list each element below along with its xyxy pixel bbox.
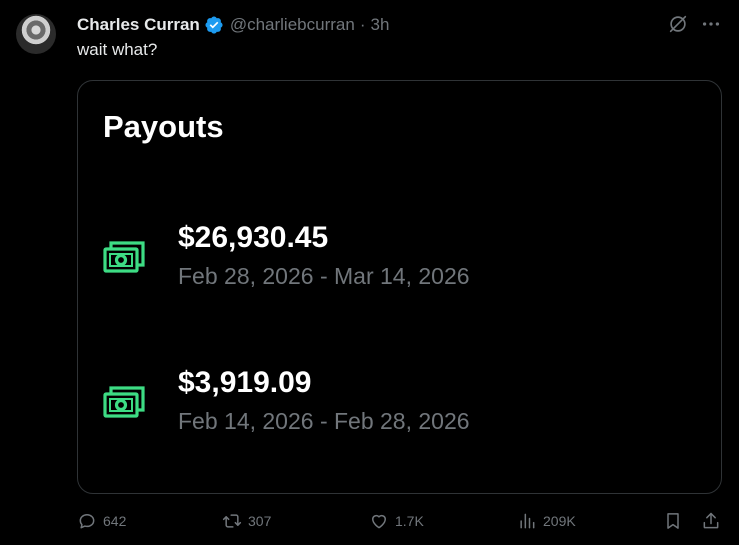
payout-amount: $26,930.45 bbox=[178, 221, 329, 254]
payout-date-range: Feb 14, 2026 - Feb 28, 2026 bbox=[178, 408, 470, 434]
repost-count: 307 bbox=[248, 513, 272, 529]
post-timestamp[interactable]: 3h bbox=[370, 15, 389, 35]
repost-button[interactable]: 307 bbox=[222, 511, 271, 531]
reply-button[interactable]: 642 bbox=[77, 511, 126, 531]
author-name[interactable]: Charles Curran bbox=[77, 15, 200, 35]
post-actions-bar: 642 307 1.7K 209K bbox=[77, 511, 725, 535]
more-options-icon[interactable] bbox=[700, 13, 722, 35]
post-text: wait what? bbox=[77, 40, 158, 59]
heart-icon bbox=[372, 514, 386, 529]
bookmark-button[interactable] bbox=[663, 511, 683, 531]
views-chart-icon bbox=[520, 513, 535, 529]
cash-icon bbox=[103, 386, 145, 418]
bookmark-icon bbox=[667, 513, 679, 529]
share-icon bbox=[703, 512, 719, 529]
payout-date-range: Feb 28, 2026 - Mar 14, 2026 bbox=[178, 263, 470, 289]
author-handle[interactable]: @charliebcurran bbox=[230, 15, 355, 35]
card-title: Payouts bbox=[103, 109, 224, 144]
view-count: 209K bbox=[543, 513, 576, 529]
separator-dot: · bbox=[359, 15, 366, 34]
post-header: Charles Curran @charliebcurran · 3h bbox=[77, 14, 389, 36]
reply-count: 642 bbox=[103, 513, 127, 529]
like-button[interactable]: 1.7K bbox=[369, 511, 424, 531]
verified-badge-icon bbox=[205, 16, 223, 34]
cash-icon bbox=[103, 241, 145, 273]
repost-icon bbox=[222, 514, 242, 528]
reply-icon bbox=[79, 514, 95, 529]
views-button[interactable]: 209K bbox=[517, 511, 576, 531]
author-avatar[interactable] bbox=[16, 14, 56, 54]
payouts-card[interactable]: Payouts $26,930.45 Feb 28, 2026 - Mar 14… bbox=[77, 80, 722, 494]
like-count: 1.7K bbox=[395, 513, 424, 529]
payout-amount: $3,919.09 bbox=[178, 366, 312, 399]
payout-item: $3,919.09 Feb 14, 2026 - Feb 28, 2026 bbox=[103, 366, 683, 446]
grok-icon[interactable] bbox=[667, 13, 689, 35]
payout-item: $26,930.45 Feb 28, 2026 - Mar 14, 2026 bbox=[103, 221, 683, 301]
share-button[interactable] bbox=[701, 511, 721, 531]
